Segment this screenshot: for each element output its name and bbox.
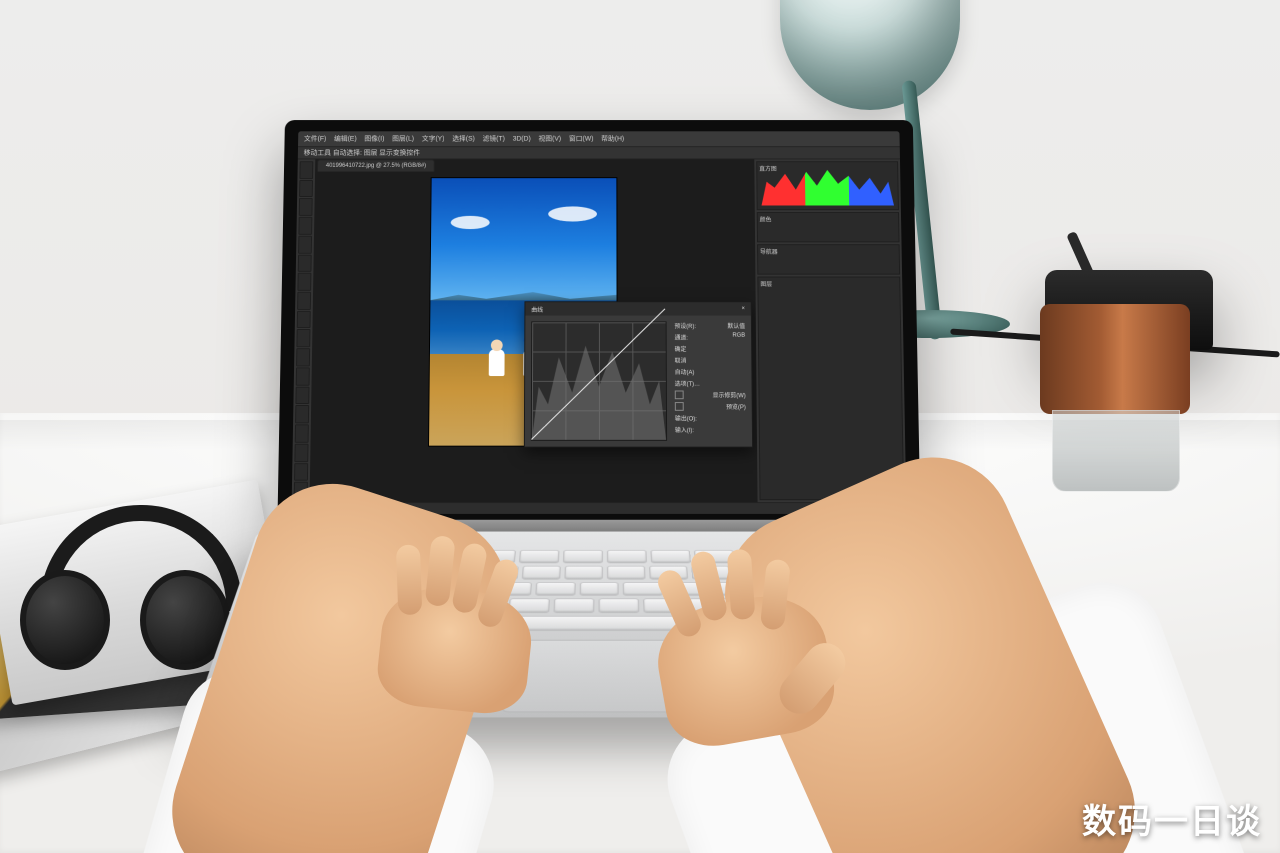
panel-title: 导航器 (760, 250, 778, 256)
laptop-lid: 文件(F) 编辑(E) 图像(I) 图层(L) 文字(Y) 选择(S) 滤镜(T… (277, 120, 921, 537)
input-label: 输入(I): (675, 425, 694, 434)
panel-title: 颜色 (760, 218, 772, 224)
gradient-tool-icon[interactable] (296, 329, 310, 347)
document-tab[interactable]: 401996410722.jpg @ 27.5% (RGB/8#) (317, 159, 435, 171)
cup-sleeve (1040, 304, 1190, 414)
preset-value[interactable]: 默认值 (727, 321, 745, 330)
canvas-area[interactable]: 401996410722.jpg @ 27.5% (RGB/8#) (310, 159, 758, 502)
menu-item[interactable]: 文件(F) (304, 134, 326, 143)
type-tool-icon[interactable] (295, 405, 309, 423)
options-bar[interactable]: 移动工具 自动选择: 图层 显示变换控件 (298, 146, 900, 159)
marquee-tool-icon[interactable] (299, 180, 313, 198)
menu-item[interactable]: 窗口(W) (569, 134, 594, 143)
menu-item[interactable]: 图层(L) (392, 134, 414, 143)
move-tool-icon[interactable] (299, 161, 313, 179)
tumbler-cup (1040, 270, 1190, 480)
options-button[interactable]: 选项(T)… (675, 379, 700, 388)
crop-tool-icon[interactable] (298, 236, 312, 254)
right-panels[interactable]: 直方图 颜色 导航器 图层 (754, 159, 906, 502)
channel-label: 通道: (674, 333, 687, 342)
laptop-screen: 文件(F) 编辑(E) 图像(I) 图层(L) 文字(Y) 选择(S) 滤镜(T… (291, 131, 906, 514)
path-tool-icon[interactable] (295, 424, 309, 442)
curves-dialog[interactable]: 曲线 × 预设(R): 默认值 通道: RGB 确定 (524, 301, 753, 447)
menu-item[interactable]: 编辑(E) (334, 134, 357, 143)
menu-item[interactable]: 视图(V) (539, 134, 562, 143)
menu-item[interactable]: 帮助(H) (601, 134, 624, 143)
finger (396, 544, 422, 615)
options-bar-text: 移动工具 自动选择: 图层 显示变换控件 (304, 148, 420, 157)
menu-item[interactable]: 文字(Y) (422, 134, 445, 143)
checkbox-icon[interactable] (675, 391, 684, 400)
channel-value[interactable]: RGB (732, 333, 745, 342)
menu-item[interactable]: 3D(D) (513, 135, 531, 142)
layers-panel[interactable]: 图层 (757, 277, 904, 501)
output-label: 输出(O): (675, 414, 697, 423)
dialog-titlebar[interactable]: 曲线 × (525, 302, 750, 315)
cup-glass (1052, 410, 1180, 492)
auto-button[interactable]: 自动(A) (675, 367, 695, 376)
menu-item[interactable]: 选择(S) (452, 134, 475, 143)
headphones-earcup (20, 570, 110, 670)
curves-line[interactable] (532, 322, 666, 440)
image-sky (430, 178, 616, 300)
wand-tool-icon[interactable] (298, 217, 312, 235)
image-cloud (548, 206, 597, 221)
menu-item[interactable]: 图像(I) (364, 134, 384, 143)
image-child (489, 349, 505, 376)
eraser-tool-icon[interactable] (297, 311, 311, 329)
image-cloud (451, 216, 490, 229)
menu-item[interactable]: 滤镜(T) (483, 134, 505, 143)
dialog-title: 曲线 (531, 305, 543, 314)
blur-tool-icon[interactable] (296, 348, 310, 366)
menu-bar[interactable]: 文件(F) 编辑(E) 图像(I) 图层(L) 文字(Y) 选择(S) 滤镜(T… (298, 131, 900, 146)
preview-check[interactable]: 预览(P) (726, 402, 746, 411)
eyedropper-tool-icon[interactable] (298, 254, 312, 272)
curves-side-panel: 预设(R): 默认值 通道: RGB 确定 取消 自动(A) 选项(T)… 显示修剪… (672, 316, 752, 447)
lamp-shade (780, 0, 960, 110)
show-clipping-check[interactable]: 显示修剪(W) (713, 391, 746, 400)
lasso-tool-icon[interactable] (299, 198, 313, 216)
panel-title: 图层 (760, 282, 772, 288)
finger (727, 549, 756, 621)
checkbox-icon[interactable] (675, 402, 684, 411)
photo-scene: 文件(F) 编辑(E) 图像(I) 图层(L) 文字(Y) 选择(S) 滤镜(T… (0, 0, 1280, 853)
close-icon[interactable]: × (741, 306, 744, 312)
panel-title: 直方图 (759, 167, 777, 173)
hand-tool-icon[interactable] (294, 463, 308, 481)
photo-editor-app: 文件(F) 编辑(E) 图像(I) 图层(L) 文字(Y) 选择(S) 滤镜(T… (291, 131, 906, 514)
brush-tool-icon[interactable] (297, 273, 311, 291)
stamp-tool-icon[interactable] (297, 292, 311, 310)
dodge-tool-icon[interactable] (296, 367, 310, 385)
histogram-panel[interactable]: 直方图 (756, 161, 899, 210)
headphones (20, 500, 230, 670)
ok-button[interactable]: 确定 (675, 344, 687, 353)
watermark-text: 数码一日谈 (1082, 794, 1262, 843)
navigator-panel[interactable]: 导航器 (757, 244, 900, 274)
cancel-button[interactable]: 取消 (675, 356, 687, 365)
color-panel[interactable]: 颜色 (757, 212, 900, 242)
pen-tool-icon[interactable] (295, 386, 309, 404)
curves-graph[interactable] (531, 321, 667, 440)
shape-tool-icon[interactable] (294, 444, 308, 462)
preset-label: 预设(R): (674, 321, 696, 330)
histogram-bars-icon (761, 166, 894, 206)
